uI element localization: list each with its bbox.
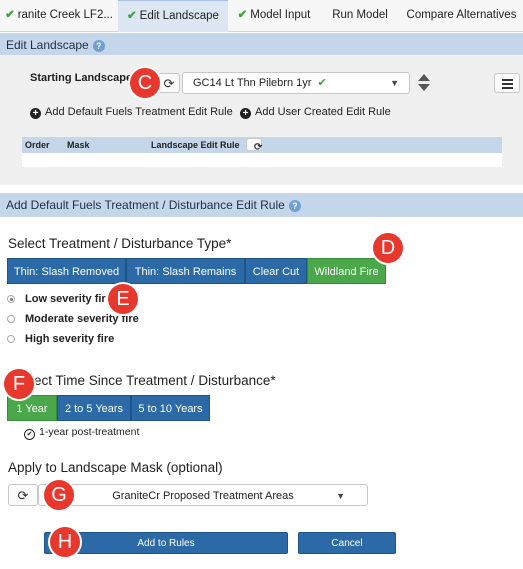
time-note: ✔ 1-year post-treatment: [24, 426, 139, 440]
add-user-rule-label: Add User Created Edit Rule: [255, 106, 391, 118]
tab-compare-alternatives-label: Compare Alternatives: [406, 9, 517, 21]
high-severity-radio[interactable]: [7, 335, 15, 343]
check-circle-icon: ✔: [24, 429, 35, 440]
one-year-button[interactable]: 1 Year: [7, 395, 57, 421]
treatment-type-group: Thin: Slash Removed Thin: Slash Remains …: [7, 258, 386, 284]
thin-slash-removed-button[interactable]: Thin: Slash Removed: [7, 258, 126, 284]
add-rule-header: Add Default Fuels Treatment / Disturbanc…: [0, 193, 523, 217]
marker-e: E: [108, 284, 138, 314]
clear-cut-button[interactable]: Clear Cut: [245, 258, 307, 284]
add-default-rule-label: Add Default Fuels Treatment Edit Rule: [45, 106, 233, 118]
high-severity-label[interactable]: High severity fire: [25, 333, 114, 345]
tab-model-input[interactable]: ✔ Model Input: [228, 0, 321, 31]
column-rule: Landscape Edit Rule: [151, 140, 240, 150]
tab-run-model[interactable]: Run Model: [320, 0, 401, 31]
time-note-text: 1-year post-treatment: [39, 426, 140, 438]
tab-model-input-label: Model Input: [250, 9, 311, 21]
marker-c: C: [130, 68, 160, 98]
add-user-rule-link[interactable]: + Add User Created Edit Rule: [240, 106, 391, 119]
marker-h: H: [50, 527, 80, 557]
tab-run-model-label: Run Model: [332, 9, 388, 21]
add-rule-title: Add Default Fuels Treatment / Disturbanc…: [6, 198, 285, 212]
check-icon: ✔: [317, 77, 327, 89]
chevron-down-icon: ▼: [390, 78, 399, 88]
marker-g: G: [44, 480, 74, 510]
check-icon: ✔: [237, 9, 248, 21]
main-tab-bar: ✔ ranite Creek LF2... ✔ Edit Landscape ✔ Mo…: [0, 0, 523, 32]
low-severity-radio[interactable]: [7, 295, 15, 303]
tab-compare-alternatives[interactable]: Compare Alternatives: [400, 0, 523, 31]
edit-landscape-header: Edit Landscape?: [0, 33, 523, 57]
refresh-icon: ⟳: [163, 76, 175, 91]
column-mask: Mask: [67, 140, 90, 150]
plus-circle-icon: +: [240, 108, 251, 119]
list-icon: [502, 79, 513, 81]
landscape-mask-select[interactable]: GraniteCr Proposed Treatment Areas ▼: [38, 484, 368, 506]
arrow-down-icon[interactable]: [418, 84, 430, 91]
list-view-button[interactable]: [494, 73, 520, 93]
tab-edit-landscape[interactable]: ✔ Edit Landscape: [118, 0, 229, 32]
tab-project-label: ranite Creek LF2...: [17, 9, 113, 21]
help-icon[interactable]: ?: [288, 199, 301, 212]
mask-title: Apply to Landscape Mask (optional): [8, 460, 223, 475]
rules-table-header: Order Mask Landscape Edit Rule ⟳: [22, 137, 502, 153]
check-icon: ✔: [5, 9, 15, 21]
moderate-severity-label[interactable]: Moderate severity fire: [25, 313, 139, 325]
plus-circle-icon: +: [30, 108, 41, 119]
tab-edit-landscape-label: Edit Landscape: [139, 10, 219, 22]
starting-landscape-select[interactable]: GC14 Lt Thn Pilebrn 1yr ✔ ▼: [182, 72, 410, 94]
edit-landscape-title: Edit Landscape: [6, 38, 89, 52]
refresh-mask-button[interactable]: ⟳: [8, 484, 38, 506]
treatment-type-title: Select Treatment / Disturbance Type*: [8, 236, 232, 251]
two-to-five-years-button[interactable]: 2 to 5 Years: [57, 395, 131, 421]
add-to-rules-button[interactable]: Add to Rules: [44, 532, 288, 554]
list-icon-line: [502, 83, 513, 85]
rules-table-body: [22, 153, 502, 167]
starting-landscape-label: Starting Landscape*: [30, 72, 137, 84]
time-since-group: 1 Year 2 to 5 Years 5 to 10 Years: [7, 395, 210, 421]
moderate-severity-radio[interactable]: [7, 315, 15, 323]
arrow-up-icon[interactable]: [418, 74, 430, 81]
low-severity-label[interactable]: Low severity fire: [25, 293, 112, 305]
time-since-title: ect Time Since Treatment / Disturbance*: [34, 373, 276, 388]
add-default-rule-link[interactable]: + Add Default Fuels Treatment Edit Rule: [30, 106, 233, 119]
landscape-mask-value: GraniteCr Proposed Treatment Areas: [112, 490, 294, 502]
wildland-fire-button[interactable]: Wildland Fire: [307, 258, 386, 284]
starting-landscape-value: GC14 Lt Thn Pilebrn 1yr: [193, 77, 312, 89]
five-to-ten-years-button[interactable]: 5 to 10 Years: [131, 395, 210, 421]
tab-project[interactable]: ✔ ranite Creek LF2...: [0, 0, 119, 31]
list-icon-line: [502, 87, 513, 89]
cancel-button[interactable]: Cancel: [298, 532, 396, 554]
refresh-icon: ⟳: [17, 488, 29, 503]
section-divider: [0, 185, 523, 193]
column-order: Order: [25, 140, 50, 150]
landscape-order-stepper[interactable]: [415, 72, 433, 94]
help-icon[interactable]: ?: [92, 39, 105, 52]
check-icon: ✔: [127, 10, 137, 22]
refresh-rules-button[interactable]: ⟳: [246, 138, 262, 153]
refresh-landscape-button[interactable]: ⟳: [158, 73, 180, 93]
marker-f: F: [4, 369, 34, 399]
thin-slash-remains-button[interactable]: Thin: Slash Remains: [126, 258, 245, 284]
marker-d: D: [373, 233, 403, 263]
chevron-down-icon: ▼: [336, 491, 345, 501]
